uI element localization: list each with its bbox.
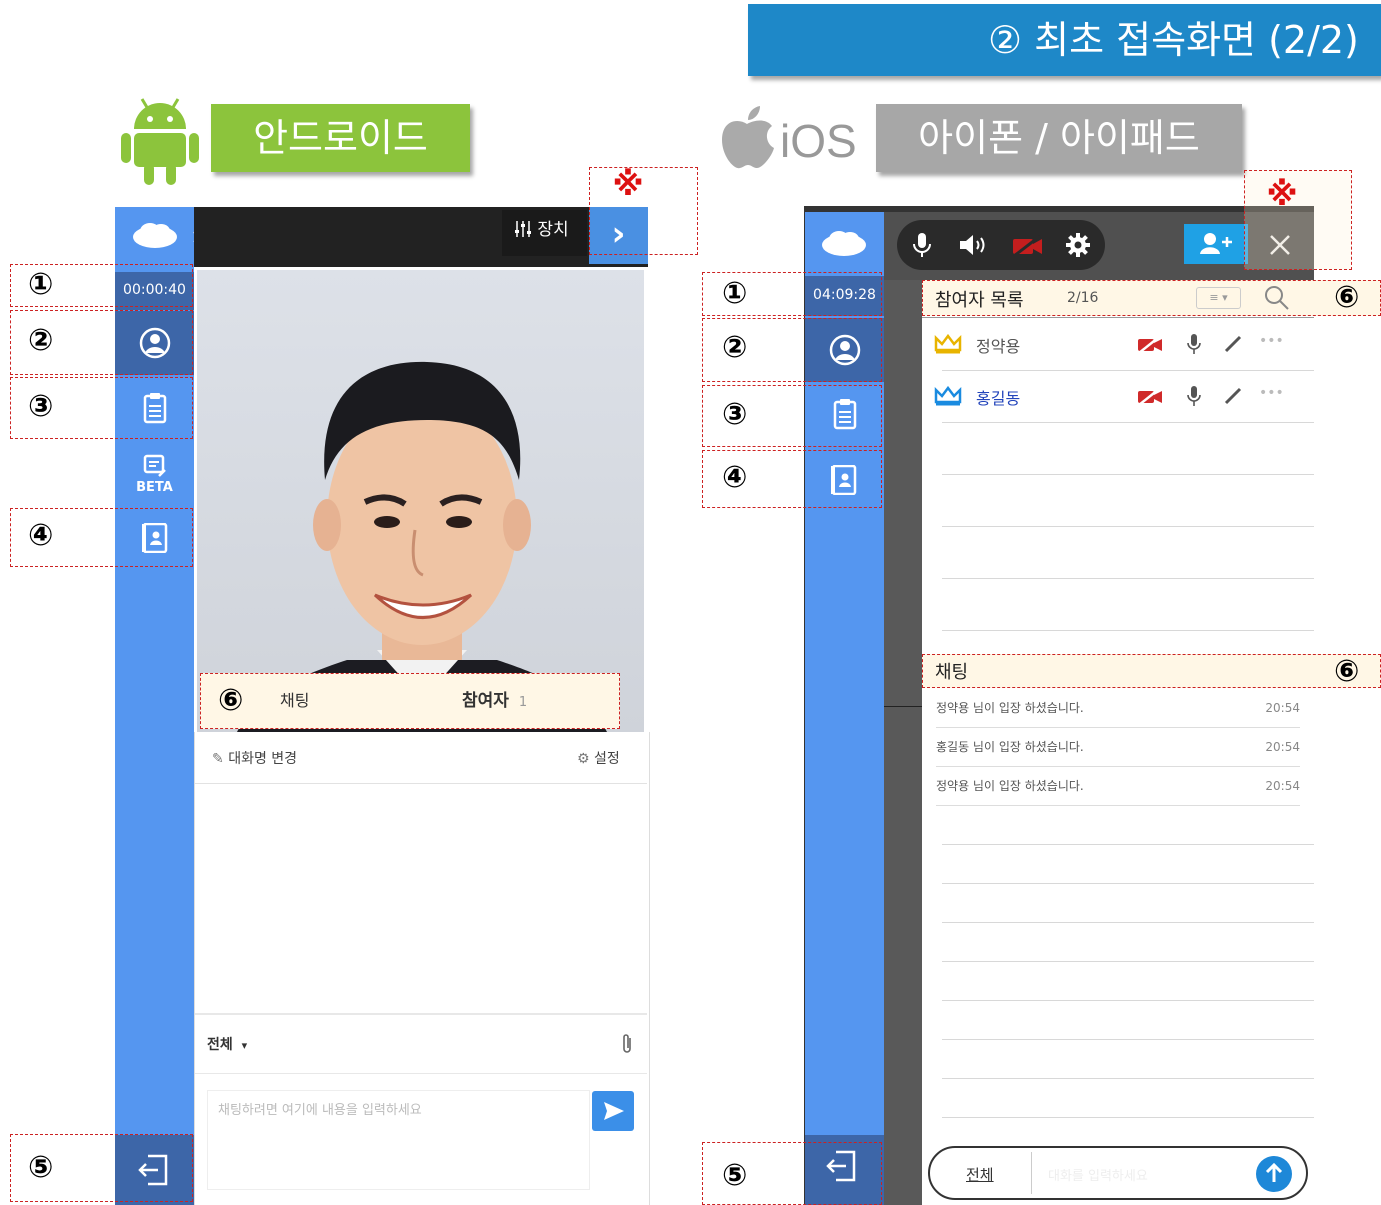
chat-message-time: 20:54 [1265,701,1300,715]
ios-left-strip [884,280,922,1205]
section-banner: ② 최초 접속화면 (2/2) [748,4,1381,76]
marker-1-android: ① [28,267,54,302]
caret-down-icon: ▾ [241,1039,248,1052]
chat-message-time: 20:54 [1265,740,1300,754]
divider [195,1073,647,1074]
marker-3-android: ③ [28,389,54,424]
participant-name: 홍길동 [976,389,1021,408]
chat-message-text: 정약용 님이 입장 하셨습니다. [936,701,1084,715]
list-icon: ≡ ▾ [1209,291,1228,304]
marker-5-android: ⑤ [28,1150,54,1185]
mic-icon[interactable] [912,232,932,262]
marker-3-ios: ③ [722,397,748,432]
search-icon[interactable] [1264,285,1290,315]
ios-label: 아이폰 / 아이패드 [876,104,1242,172]
arrow-up-icon [1265,1162,1283,1182]
ios-chat-input[interactable]: 전체 대화를 입력하세요 [928,1146,1308,1200]
speaker-icon[interactable] [958,234,988,260]
sliders-icon [514,220,537,240]
add-user-icon [1200,233,1232,254]
gear-icon[interactable] [1065,232,1091,262]
divider [195,783,647,784]
marker-6-android: ⑥ [218,683,244,718]
camera-off-icon[interactable] [1012,234,1044,261]
device-label: 장치 [537,220,569,240]
target-select[interactable]: 전체 ▾ [207,1034,247,1054]
marker-6-ios-list: ⑥ [1334,280,1360,315]
gear-icon: ⚙ [577,751,590,767]
marker-4-ios: ④ [722,460,748,495]
chat-message: 정약용 님이 입장 하셨습니다. 20:54 [936,767,1300,806]
participant-name: 정약용 [976,337,1021,356]
ios-logo-text: iOS [780,115,857,167]
chat-message: 홍길동 님이 입장 하셨습니다. 20:54 [936,728,1300,767]
beta-label: BETA [136,480,173,495]
send-icon [604,1102,624,1120]
android-logo-icon [120,93,200,185]
chat-message-text: 정약용 님이 입장 하셨습니다. [936,779,1084,793]
cloud-logo-icon [132,222,178,250]
chat-title: 채팅 [935,662,969,683]
chat-message-time: 20:54 [1265,779,1300,793]
chat-input-placeholder: 채팅하려면 여기에 내용을 입력하세요 [218,1103,422,1118]
tab-participants-label: 참여자 [462,691,509,711]
rename-label: 대화명 변경 [228,751,298,767]
mic-icon[interactable] [1187,333,1201,355]
target-select-value: 전체 [207,1037,233,1053]
participant-row[interactable]: 정약용 ••• [934,330,1304,358]
marker-2-android: ② [28,323,54,358]
pen-icon[interactable] [1223,386,1243,406]
ios-send-button[interactable] [1256,1156,1292,1192]
participant-list-count: 2/16 [1067,290,1099,306]
ios-chat-panel: 정약용 님이 입장 하셨습니다. 20:54 홍길동 님이 입장 하셨습니다. 20… [922,652,1314,1205]
tab-chat[interactable]: 채팅 [280,687,309,711]
camera-off-icon[interactable] [1137,336,1163,354]
pen-icon[interactable] [1223,334,1243,354]
marker-5-ios: ⑤ [722,1158,748,1193]
divider [195,1013,647,1015]
crown-icon [934,386,962,406]
android-label: 안드로이드 [211,104,470,172]
settings-button[interactable]: ⚙ 설정 [577,748,620,768]
settings-label: 설정 [594,751,620,767]
note-mark-android: ※ [612,165,644,203]
list-view-select[interactable]: ≡ ▾ [1196,287,1241,309]
participant-list-title: 참여자 목록 [935,290,1024,311]
participants-count: 1 [518,695,528,710]
paperclip-icon[interactable] [619,1033,635,1060]
participant-row[interactable]: 홍길동 ••• [934,382,1304,410]
note-mark-ios: ※ [1266,175,1298,213]
apple-logo-icon [718,106,776,170]
cloud-logo-icon [821,230,867,258]
video-feed [197,270,644,732]
ios-target-select[interactable]: 전체 [966,1164,994,1185]
more-icon[interactable]: ••• [1259,333,1284,349]
tab-participants[interactable]: 참여자 1 [462,686,527,711]
marker-4-android: ④ [28,518,54,553]
chat-input[interactable]: 채팅하려면 여기에 내용을 입력하세요 [207,1090,590,1190]
mic-icon[interactable] [1187,385,1201,407]
marker-6-ios-chat: ⑥ [1334,654,1360,689]
chat-message: 정약용 님이 입장 하셨습니다. 20:54 [936,689,1300,728]
android-tabs-highlight [200,673,620,729]
pencil-icon: ✎ [212,751,224,767]
device-button[interactable]: 장치 [502,210,587,256]
marker-1-ios: ① [722,276,748,311]
send-button[interactable] [592,1091,634,1131]
banner-title: ② 최초 접속화면 (2/2) [988,18,1359,62]
camera-off-icon[interactable] [1137,388,1163,406]
chat-header-highlight [922,654,1381,688]
crown-icon [934,334,962,354]
ios-left-strip-divider [884,706,922,707]
invite-user-button[interactable] [1184,224,1248,264]
marker-2-ios: ② [722,330,748,365]
rename-button[interactable]: ✎ 대화명 변경 [212,748,297,768]
memo-icon[interactable] [143,454,167,482]
more-icon[interactable]: ••• [1259,385,1284,401]
chat-message-text: 홍길동 님이 입장 하셨습니다. [936,740,1084,754]
ios-input-placeholder: 대화를 입력하세요 [1048,1169,1148,1184]
